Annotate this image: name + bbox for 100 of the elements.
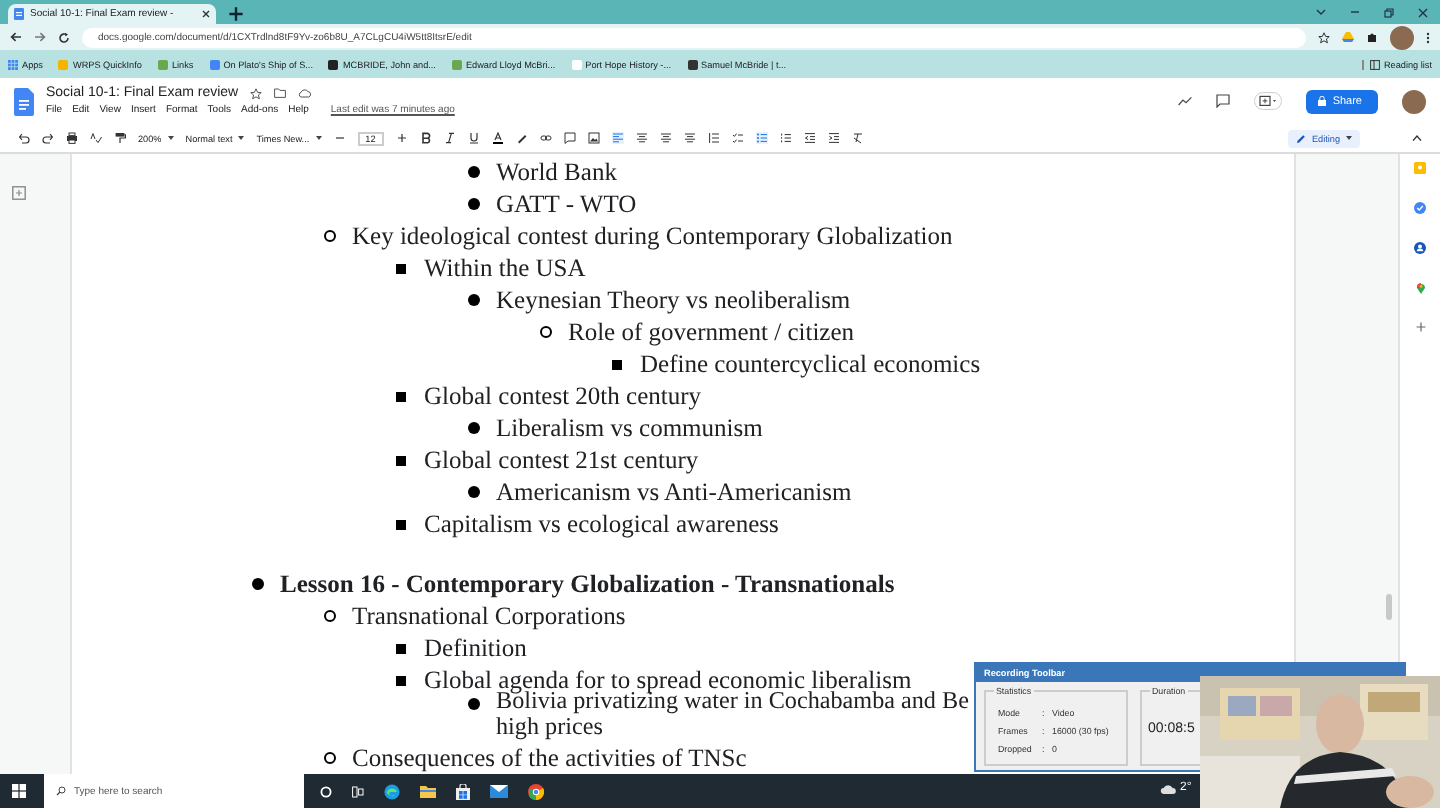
spellcheck-icon[interactable] bbox=[90, 132, 102, 144]
cloud-icon bbox=[1160, 783, 1176, 793]
bullet-icon bbox=[468, 422, 480, 434]
present-icon[interactable] bbox=[1254, 92, 1283, 110]
minus-icon[interactable] bbox=[333, 132, 346, 144]
drive-icon[interactable] bbox=[1342, 32, 1354, 42]
bullet-icon bbox=[612, 359, 622, 369]
increase-indent-icon[interactable] bbox=[827, 132, 840, 144]
windows-icon[interactable] bbox=[11, 784, 25, 798]
store-icon[interactable] bbox=[456, 783, 470, 799]
tasks-icon[interactable] bbox=[1414, 202, 1426, 214]
bulleted-list-icon[interactable] bbox=[755, 132, 768, 144]
bullet-icon bbox=[324, 610, 336, 622]
outline-text: Role of government / citizen bbox=[568, 319, 855, 345]
outline-text: Lesson 16 - Contemporary Globalization - Transnationals bbox=[280, 571, 895, 597]
bullet-icon bbox=[468, 294, 480, 306]
justify-icon[interactable] bbox=[683, 132, 696, 144]
outline-text: Key ideological contest during Contemporary Globalization bbox=[352, 223, 953, 249]
bullet-icon bbox=[396, 455, 406, 465]
document-icon bbox=[14, 8, 24, 20]
plus-icon[interactable] bbox=[1415, 322, 1425, 332]
checklist-icon[interactable] bbox=[731, 132, 744, 144]
task-view-icon[interactable] bbox=[352, 785, 364, 797]
decrease-indent-icon[interactable] bbox=[803, 132, 816, 144]
underline-icon[interactable] bbox=[467, 132, 480, 144]
outline-text: Liberalism vs communism bbox=[496, 415, 763, 441]
avatar[interactable] bbox=[1402, 89, 1426, 113]
outline-text: Transnational Corporations bbox=[352, 603, 626, 629]
restore-icon[interactable] bbox=[1384, 7, 1394, 17]
italic-icon[interactable] bbox=[443, 132, 456, 144]
align-center-icon[interactable] bbox=[635, 132, 648, 144]
redo-icon[interactable] bbox=[42, 132, 54, 144]
outline-text: Define countercyclical economics bbox=[640, 351, 981, 377]
back-icon[interactable] bbox=[10, 32, 22, 42]
caret-icon bbox=[167, 136, 174, 140]
map-pin-icon[interactable] bbox=[1415, 282, 1425, 294]
undo-icon[interactable] bbox=[18, 132, 30, 144]
trend-icon[interactable] bbox=[1178, 96, 1193, 106]
align-right-icon[interactable] bbox=[659, 132, 672, 144]
star-icon[interactable] bbox=[250, 87, 263, 99]
plus-icon[interactable] bbox=[395, 132, 408, 144]
minimize-icon[interactable] bbox=[1350, 7, 1360, 15]
text-color-icon[interactable] bbox=[491, 132, 504, 144]
close-icon[interactable] bbox=[1418, 7, 1428, 17]
cloud-icon[interactable] bbox=[298, 88, 313, 98]
forward-icon[interactable] bbox=[34, 32, 46, 42]
link-icon[interactable] bbox=[539, 132, 552, 144]
bullet-icon bbox=[468, 166, 480, 178]
line-spacing-icon[interactable] bbox=[707, 132, 720, 144]
bookmark-icon bbox=[58, 59, 69, 69]
outline-text: Global agenda for to spread economic liberalism bbox=[424, 667, 912, 693]
comment-icon[interactable] bbox=[1216, 94, 1231, 108]
star-icon[interactable] bbox=[1318, 31, 1330, 43]
outline-text: Keynesian Theory vs neoliberalism bbox=[496, 287, 851, 313]
outline-text: Within the USA bbox=[424, 255, 586, 281]
outline-text: Global contest 20th century bbox=[424, 383, 702, 409]
avatar[interactable] bbox=[1390, 25, 1414, 49]
reload-icon[interactable] bbox=[58, 31, 70, 43]
bullet-icon bbox=[324, 230, 336, 242]
print-icon[interactable] bbox=[66, 132, 78, 144]
mail-icon[interactable] bbox=[490, 784, 508, 798]
outline-text: Americanism vs Anti-Americanism bbox=[496, 479, 852, 505]
comment-icon[interactable] bbox=[563, 132, 576, 144]
align-left-icon[interactable] bbox=[611, 132, 624, 144]
paint-format-icon[interactable] bbox=[114, 132, 126, 144]
plus-icon[interactable] bbox=[228, 4, 244, 24]
bookmark-icon bbox=[328, 59, 339, 69]
close-icon[interactable] bbox=[202, 10, 210, 18]
outline-icon[interactable] bbox=[12, 186, 26, 200]
folder-icon[interactable] bbox=[274, 88, 287, 98]
bookmark-icon bbox=[687, 59, 698, 69]
outline-text: Capitalism vs ecological awareness bbox=[424, 511, 779, 537]
caret-icon bbox=[238, 136, 245, 140]
chrome-icon[interactable] bbox=[528, 783, 544, 799]
bullet-icon bbox=[396, 519, 406, 529]
clear-format-icon[interactable] bbox=[851, 132, 864, 144]
lock-icon bbox=[1318, 96, 1327, 106]
numbered-list-icon[interactable] bbox=[779, 132, 792, 144]
search-icon bbox=[56, 786, 66, 796]
outline-text: World Bank bbox=[496, 159, 617, 185]
caret-icon bbox=[1346, 136, 1352, 140]
cortana-icon[interactable] bbox=[320, 785, 332, 797]
scrollbar-thumb[interactable] bbox=[1386, 594, 1392, 620]
bullet-icon bbox=[324, 752, 336, 764]
docs-logo-icon[interactable] bbox=[14, 87, 34, 115]
collapse-icon[interactable] bbox=[1412, 134, 1422, 142]
outline-text: Consequences of the activities of TNSc bbox=[352, 745, 747, 771]
bold-icon[interactable] bbox=[419, 132, 432, 144]
outline-text: Definition bbox=[424, 635, 527, 661]
outline-text: GATT - WTO bbox=[496, 191, 637, 217]
bookmark-icon bbox=[571, 59, 582, 69]
edge-icon[interactable] bbox=[384, 783, 400, 799]
image-icon[interactable] bbox=[587, 132, 600, 144]
bullet-icon bbox=[252, 578, 264, 590]
chevron-icon[interactable] bbox=[1316, 7, 1326, 15]
bookmark-icon bbox=[209, 59, 220, 69]
contacts-icon[interactable] bbox=[1414, 242, 1426, 254]
bullet-icon bbox=[396, 263, 406, 273]
bullet-icon bbox=[396, 675, 406, 685]
folder-icon[interactable] bbox=[420, 784, 436, 798]
